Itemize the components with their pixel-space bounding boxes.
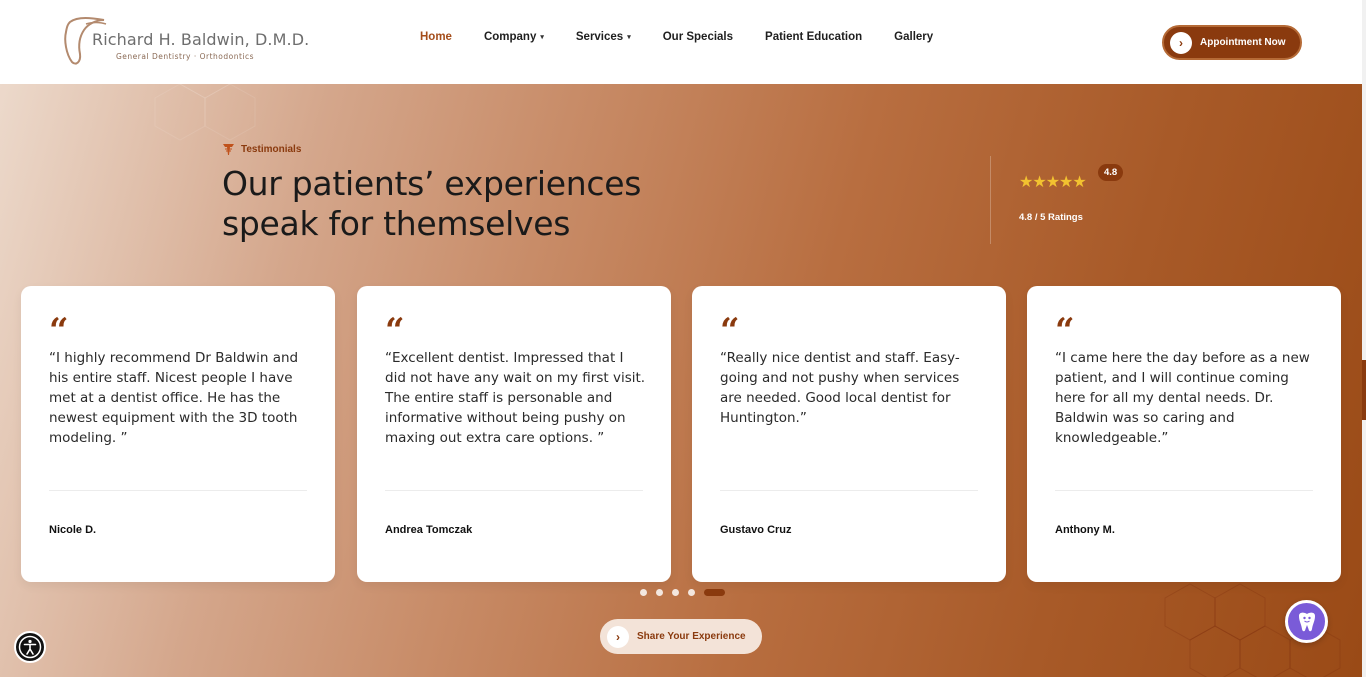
carousel-dot[interactable]	[688, 589, 695, 596]
card-divider	[1055, 490, 1313, 491]
appointment-button[interactable]: › Appointment Now	[1162, 25, 1302, 60]
carousel-pagination	[640, 589, 734, 596]
quote-icon: “	[385, 311, 405, 351]
carousel-dot-active[interactable]	[704, 589, 725, 596]
divider	[990, 156, 991, 244]
testimonial-author: Nicole D.	[49, 524, 97, 536]
appointment-button-label: Appointment Now	[1200, 37, 1286, 48]
nav-home[interactable]: Home	[420, 31, 452, 43]
nav-company[interactable]: Company ▾	[484, 31, 544, 43]
tooth-chat-icon	[1298, 612, 1315, 631]
nav-label: Services	[575, 31, 624, 43]
quote-icon: “	[1055, 311, 1075, 351]
share-experience-button[interactable]: › Share Your Experience	[600, 619, 762, 654]
card-divider	[49, 490, 307, 491]
main-nav: Home Company ▾ Services ▾ Our Specials Pat…	[404, 31, 949, 43]
testimonial-author: Andrea Tomczak	[385, 524, 473, 536]
testimonial-card: “ “I came here the day before as a new p…	[1027, 286, 1341, 582]
quote-icon: “	[720, 311, 740, 351]
share-button-label: Share Your Experience	[637, 631, 746, 642]
chevron-down-icon: ▾	[540, 34, 544, 41]
heading-line-2: speak for themselves	[222, 204, 571, 243]
logo[interactable]: Richard H. Baldwin, D.M.D. General Denti…	[62, 14, 309, 70]
card-divider	[720, 490, 978, 491]
section-heading: Our patients’ experiences speak for them…	[222, 164, 641, 244]
eyebrow-label: Testimonials	[241, 143, 302, 155]
accessibility-button[interactable]	[14, 631, 46, 663]
chevron-right-icon: ›	[1170, 31, 1192, 54]
section-eyebrow: Testimonials	[222, 142, 301, 156]
logo-tagline: General Dentistry · Orthodontics	[116, 52, 255, 61]
nav-our-specials[interactable]: Our Specials	[663, 31, 733, 43]
accessibility-icon	[18, 635, 42, 659]
testimonial-author: Gustavo Cruz	[720, 524, 792, 536]
side-tab[interactable]	[1362, 360, 1366, 420]
nav-label: Home	[420, 31, 452, 43]
nav-label: Patient Education	[765, 31, 863, 43]
nav-gallery[interactable]: Gallery	[894, 31, 933, 43]
site-header: Richard H. Baldwin, D.M.D. General Denti…	[0, 0, 1366, 84]
page-scrollbar[interactable]	[1362, 0, 1366, 677]
testimonial-quote: “I highly recommend Dr Baldwin and his e…	[49, 350, 299, 446]
testimonial-quote: “Really nice dentist and staff. Easy-goi…	[720, 350, 960, 426]
chevron-right-icon: ›	[607, 625, 629, 648]
rating-badge: 4.8	[1098, 164, 1124, 181]
testimonial-quote: “I came here the day before as a new pat…	[1055, 350, 1310, 446]
carousel-dot[interactable]	[672, 589, 679, 596]
carousel-dot[interactable]	[640, 589, 647, 596]
testimonial-author: Anthony M.	[1055, 524, 1115, 536]
chevron-down-icon: ▾	[627, 34, 631, 41]
heading-line-1: Our patients’ experiences	[222, 164, 642, 203]
nav-label: Company	[483, 31, 537, 43]
nav-patient-education[interactable]: Patient Education	[765, 31, 862, 43]
card-divider	[385, 490, 643, 491]
nav-services[interactable]: Services ▾	[576, 31, 631, 43]
logo-name: Richard H. Baldwin, D.M.D.	[92, 30, 310, 49]
testimonial-card: “ “Really nice dentist and staff. Easy-g…	[692, 286, 1006, 582]
quote-icon: “	[49, 311, 69, 351]
testimonial-card: “ “Excellent dentist. Impressed that I d…	[357, 286, 671, 582]
testimonial-card: “ “I highly recommend Dr Baldwin and his…	[21, 286, 335, 582]
testimonials-section: Testimonials Our patients’ experiences s…	[0, 84, 1362, 677]
testimonial-quote: “Excellent dentist. Impressed that I did…	[385, 350, 646, 446]
nav-label: Gallery	[894, 31, 934, 43]
carousel-dot[interactable]	[656, 589, 663, 596]
tooth-icon	[223, 144, 234, 155]
nav-label: Our Specials	[662, 31, 734, 43]
rating-summary: 4.8 / 5 Ratings	[1019, 212, 1083, 223]
chat-widget-button[interactable]	[1285, 600, 1328, 643]
star-rating: ★★★★★	[1019, 174, 1087, 191]
